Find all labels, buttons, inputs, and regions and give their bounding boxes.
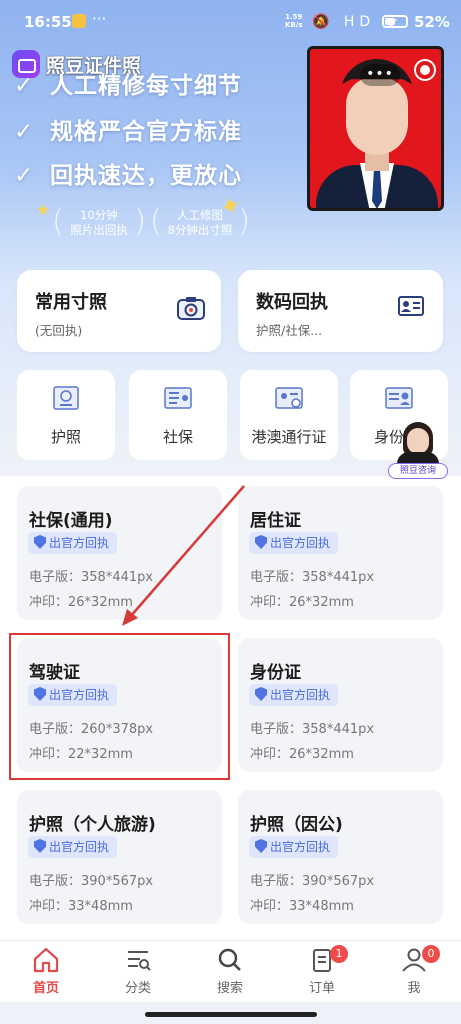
annotation-arrow — [122, 485, 245, 626]
tab-label: 订单 — [308, 981, 335, 996]
tab-category[interactable]: 分类 — [108, 947, 168, 996]
bottom-tab-bar: 首页 分类 搜索 1 订单 0 我 — [0, 940, 461, 1002]
tab-home[interactable]: 首页 — [16, 947, 76, 996]
consult-label: 照豆咨询 — [388, 463, 448, 479]
tab-label: 首页 — [32, 981, 59, 996]
tab-me[interactable]: 0 我 — [384, 945, 444, 996]
tab-orders[interactable]: 1 订单 — [292, 945, 352, 996]
home-indicator — [145, 1012, 317, 1017]
consultant-avatar — [407, 428, 429, 454]
tab-search[interactable]: 搜索 — [200, 947, 260, 996]
orders-count-badge: 1 — [330, 945, 348, 963]
home-icon — [33, 947, 59, 973]
me-count-badge: 0 — [422, 945, 440, 963]
tab-label: 我 — [407, 981, 421, 996]
category-icon — [128, 951, 151, 971]
tab-label: 搜索 — [216, 981, 243, 996]
consult-button[interactable]: 照豆咨询 — [388, 422, 448, 480]
search-icon — [218, 948, 241, 971]
tab-label: 分类 — [124, 981, 151, 996]
